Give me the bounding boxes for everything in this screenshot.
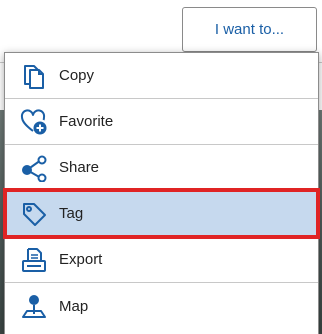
menu-item-label: Share bbox=[59, 159, 100, 176]
menu-item-favorite[interactable]: Favorite bbox=[5, 99, 318, 145]
menu-item-share[interactable]: Share bbox=[5, 145, 318, 191]
menu-item-label: Export bbox=[59, 251, 103, 268]
menu-item-label: Tag bbox=[59, 205, 84, 222]
share-icon bbox=[19, 153, 49, 183]
menu-item-label: Favorite bbox=[59, 113, 114, 130]
i-want-to-button[interactable]: I want to... bbox=[182, 7, 317, 52]
menu-item-tag[interactable]: Tag bbox=[3, 188, 320, 239]
menu-item-label: Map bbox=[59, 297, 89, 315]
menu-item-copy[interactable]: Copy bbox=[5, 53, 318, 99]
action-dropdown-menu: Copy Favorite Share Tag Export Map bbox=[3, 52, 320, 334]
menu-item-map[interactable]: Map bbox=[5, 283, 318, 329]
map-pin-icon bbox=[19, 291, 49, 321]
menu-item-export[interactable]: Export bbox=[5, 237, 318, 283]
export-icon bbox=[19, 245, 49, 275]
menu-item-label: Copy bbox=[59, 67, 95, 84]
copy-icon bbox=[19, 61, 49, 91]
tag-icon bbox=[19, 199, 49, 229]
heart-plus-icon bbox=[19, 107, 49, 137]
